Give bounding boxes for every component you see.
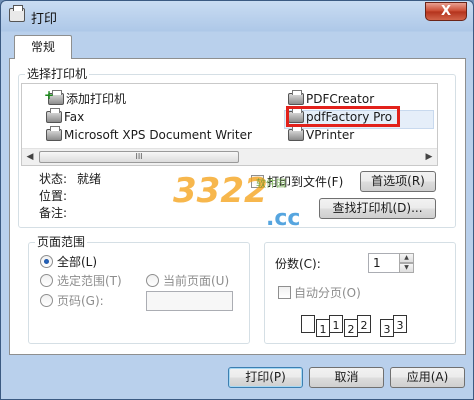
selection-radio[interactable] [40,274,53,287]
select-printer-label: 选择打印机 [25,67,90,81]
window-title: 打印 [31,12,58,27]
page-range-label: 页面范围 [35,235,88,249]
printer-icon [46,126,62,141]
apply-button[interactable]: 应用(A) [390,367,465,388]
location-label: 位置: [39,189,68,203]
printer-item-add[interactable]: 添加打印机 [44,87,126,108]
title-bar: 打印 X [1,1,473,31]
collate-page-3b: 3 [393,315,407,333]
scroll-left-icon[interactable]: ◀ [23,151,37,164]
selection-label: 选定范围(T) [57,274,122,288]
status-value: 就绪 [77,172,102,186]
spin-up-icon[interactable]: ▲ [399,253,414,263]
copies-spinner[interactable]: ▲ ▼ [399,253,414,273]
red-highlight-box [286,106,400,127]
print-button[interactable]: 打印(P) [228,367,303,388]
horizontal-scrollbar[interactable]: ◀ III ▶ [22,148,437,165]
cancel-button[interactable]: 取消 [309,367,384,388]
printer-list[interactable]: 添加打印机 Fax Microsoft XPS Document Writer … [21,83,438,166]
printer-icon [288,126,304,141]
pages-radio[interactable] [40,294,53,307]
tab-general[interactable]: 常规 [14,35,72,59]
printer-item-fax[interactable]: Fax [46,108,84,126]
close-icon: X [440,4,452,19]
printer-icon [9,5,25,22]
printer-icon [288,90,304,105]
current-page-radio[interactable] [146,274,159,287]
watermark-domain: .cc [266,206,301,231]
spin-down-icon[interactable]: ▼ [399,263,414,273]
comment-label: 备注: [39,206,68,220]
copies-label: 份数(C): [275,257,321,271]
pages-label: 页码(G): [57,294,104,308]
watermark-logo: 3322 [173,171,268,211]
collate-page-2a: 2 [344,319,358,337]
printer-item-xps[interactable]: Microsoft XPS Document Writer [46,126,252,144]
collate-label: 自动分页(O) [294,286,361,300]
status-label: 状态: [39,172,68,186]
close-button[interactable]: X [425,2,467,21]
all-pages-label: 全部(L) [57,255,98,269]
fax-icon [46,108,62,123]
collate-page-1b: 1 [329,315,343,333]
copies-input[interactable]: 1 [368,253,400,273]
collate-page-1a: 1 [316,319,330,337]
watermark-tag: 软件园 [256,179,286,190]
scroll-thumb[interactable]: III [39,151,239,163]
preferences-button[interactable]: 首选项(R) [360,171,436,192]
find-printer-button[interactable]: 查找打印机(D)... [319,198,436,219]
collate-checkbox[interactable] [278,286,291,299]
all-pages-radio[interactable] [40,255,53,268]
collate-page-icon [301,315,315,333]
collate-page-2b: 2 [357,315,371,333]
pages-input[interactable] [146,291,233,311]
collate-page-3a: 3 [380,319,394,337]
printer-item-vprinter[interactable]: VPrinter [288,126,354,144]
scroll-right-icon[interactable]: ▶ [422,151,436,164]
current-page-label: 当前页面(U) [163,274,230,288]
add-printer-icon [44,87,64,105]
print-dialog: 打印 X 常规 选择打印机 添加打印机 Fax Microsoft XPS Do… [0,0,474,400]
